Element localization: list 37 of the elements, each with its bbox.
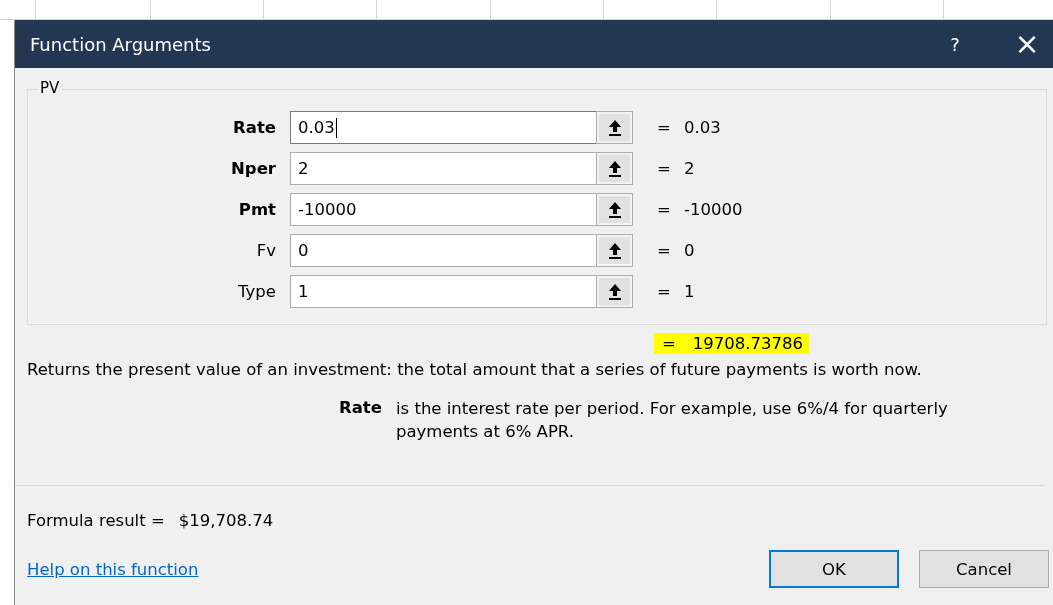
ok-button[interactable]: OK: [769, 550, 899, 588]
upload-arrow-icon: [606, 200, 623, 219]
argument-description: is the interest rate per period. For example, use 6%/4 for quarterly payments at 6% APR.: [396, 398, 949, 443]
upload-arrow-icon: [606, 118, 623, 137]
collapse-button[interactable]: [596, 234, 633, 267]
upload-arrow-icon: [606, 159, 623, 178]
argument-result: = 1: [657, 282, 695, 301]
argument-field[interactable]: 2: [290, 152, 596, 185]
argument-label: Type: [237, 282, 277, 301]
argument-result: = 2: [657, 159, 695, 178]
collapse-button[interactable]: [596, 152, 633, 185]
argument-result: = 0: [657, 241, 695, 260]
function-description: Returns the present value of an investment: the total amount that a series of future payments is worth now.: [27, 360, 923, 379]
upload-arrow-icon: [606, 241, 623, 260]
argument-field[interactable]: -10000: [290, 193, 596, 226]
argument-field[interactable]: 0.03: [290, 111, 596, 144]
help-button[interactable]: ?: [943, 33, 967, 55]
collapse-button[interactable]: [596, 193, 633, 226]
argument-result: = 0.03: [657, 118, 721, 137]
close-button[interactable]: ×: [1012, 29, 1042, 59]
argument-name: Rate: [339, 398, 383, 419]
upload-arrow-icon: [606, 282, 623, 301]
formula-result-value: $19,708.74: [178, 511, 274, 530]
argument-result: = -10000: [657, 200, 743, 219]
function-result: = 19708.73786: [654, 333, 810, 354]
cancel-button[interactable]: Cancel: [919, 550, 1049, 588]
argument-label: Pmt: [237, 200, 277, 219]
collapse-button[interactable]: [596, 275, 633, 308]
argument-field[interactable]: 1: [290, 275, 596, 308]
collapse-button[interactable]: [596, 111, 633, 144]
window-title: Function Arguments: [29, 33, 212, 55]
argument-label: Fv: [255, 241, 277, 260]
help-link[interactable]: Help on this function: [27, 559, 199, 579]
argument-label: Rate: [232, 118, 277, 137]
formula-result-label: Formula result =: [27, 511, 165, 530]
argument-label: Nper: [230, 159, 277, 178]
argument-field[interactable]: 0: [290, 234, 596, 267]
